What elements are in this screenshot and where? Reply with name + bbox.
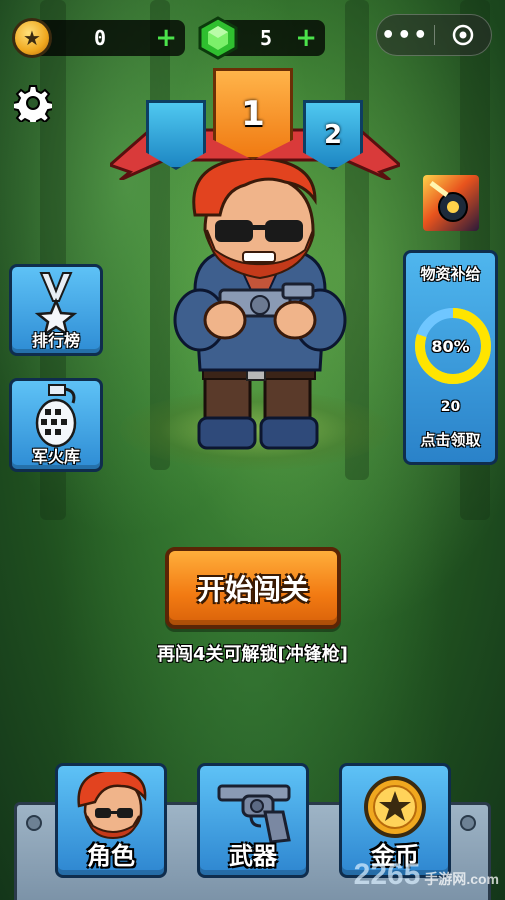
rocket-promo-icon xyxy=(429,181,468,222)
hero-portrait-icon xyxy=(77,772,147,840)
supply-count: 20 xyxy=(440,399,461,415)
target-circle-icon xyxy=(452,24,473,46)
add-gems-button[interactable]: + xyxy=(295,25,317,51)
coin-count: 0 xyxy=(94,26,107,50)
weapon-nav-button[interactable]: 武器 xyxy=(197,763,309,878)
bolt-decoration xyxy=(460,815,476,831)
current-level-number: 1 xyxy=(241,94,265,134)
miniprogram-capsule: ••• xyxy=(376,14,492,56)
promo-thumbnail[interactable] xyxy=(423,175,479,231)
unlock-hint: 再闯4关可解锁[冲锋枪] xyxy=(157,644,348,665)
watermark-sub: 手游网 xyxy=(424,871,467,887)
watermark-logo: 2265 xyxy=(353,858,421,891)
next-level-number: 2 xyxy=(323,120,343,150)
watermark-domain: .com xyxy=(466,871,499,887)
leaderboard-label: 排行榜 xyxy=(31,331,80,350)
coin-counter: 0 + xyxy=(30,20,185,56)
supply-panel[interactable]: 物资补给 80% 20 点击领取 xyxy=(403,250,498,465)
bolt-decoration xyxy=(26,815,42,831)
star-coin-icon: ★ xyxy=(12,18,52,58)
green-gem-icon xyxy=(198,16,238,60)
character-nav-label: 角色 xyxy=(87,842,135,870)
supply-claim-button[interactable]: 点击领取 xyxy=(406,429,495,450)
armory-button[interactable]: 军火库 xyxy=(9,378,103,472)
medal-icon xyxy=(34,272,78,335)
grenade-icon xyxy=(35,384,77,448)
gear-icon[interactable] xyxy=(14,84,52,122)
star-coin-icon xyxy=(364,776,426,838)
close-miniprogram-button[interactable] xyxy=(434,24,491,46)
leaderboard-button[interactable]: 排行榜 xyxy=(9,264,103,356)
site-watermark: 2265 手游网.com xyxy=(354,858,499,892)
add-coins-button[interactable]: + xyxy=(155,25,177,51)
character-nav-button[interactable]: 角色 xyxy=(55,763,167,878)
start-level-button[interactable]: 开始闯关 xyxy=(165,547,341,629)
supply-progress-text: 80% xyxy=(431,337,470,356)
hero-character xyxy=(173,160,347,450)
gem-count: 5 xyxy=(260,26,273,50)
weapon-nav-label: 武器 xyxy=(229,842,277,870)
armory-label: 军火库 xyxy=(31,447,80,466)
supply-title: 物资补给 xyxy=(420,265,481,283)
more-menu-button[interactable]: ••• xyxy=(377,23,434,48)
